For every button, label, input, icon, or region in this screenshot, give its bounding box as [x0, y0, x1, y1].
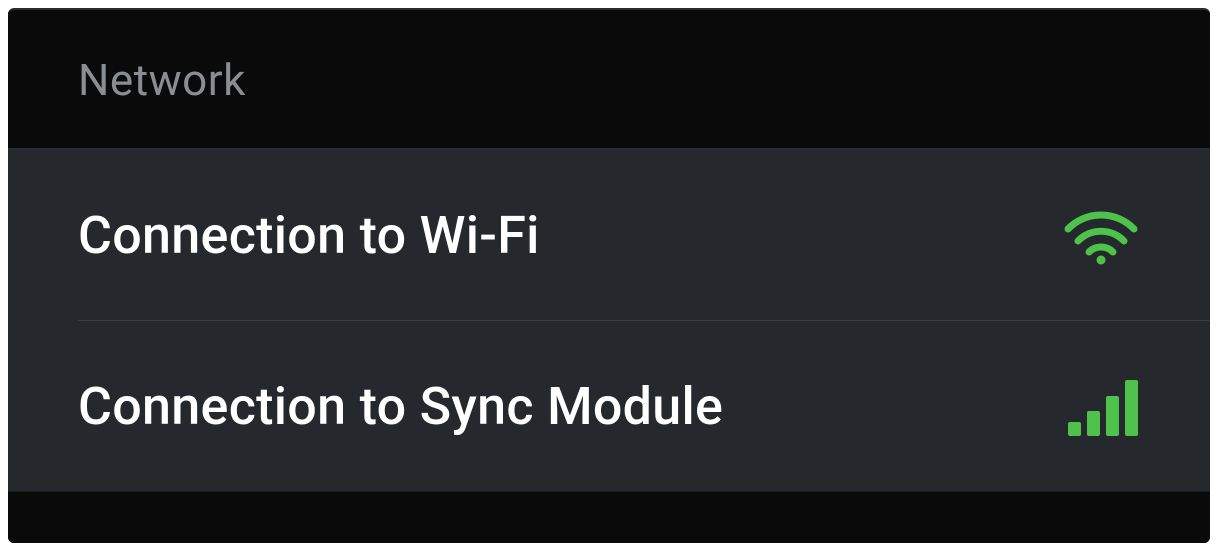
wifi-connection-label: Connection to Wi-Fi — [78, 205, 540, 266]
sync-module-connection-label: Connection to Sync Module — [78, 376, 723, 437]
signal-bars-icon — [1068, 378, 1140, 436]
section-title: Network — [78, 54, 1140, 106]
sync-module-connection-row[interactable]: Connection to Sync Module — [8, 320, 1210, 491]
network-panel: Network Connection to Wi-Fi Connection t… — [8, 8, 1210, 543]
section-header: Network — [8, 10, 1210, 148]
network-list: Connection to Wi-Fi Connection to Sync M… — [8, 148, 1210, 491]
wifi-connection-row[interactable]: Connection to Wi-Fi — [8, 149, 1210, 320]
wifi-icon — [1062, 207, 1140, 265]
panel-footer — [8, 491, 1210, 543]
